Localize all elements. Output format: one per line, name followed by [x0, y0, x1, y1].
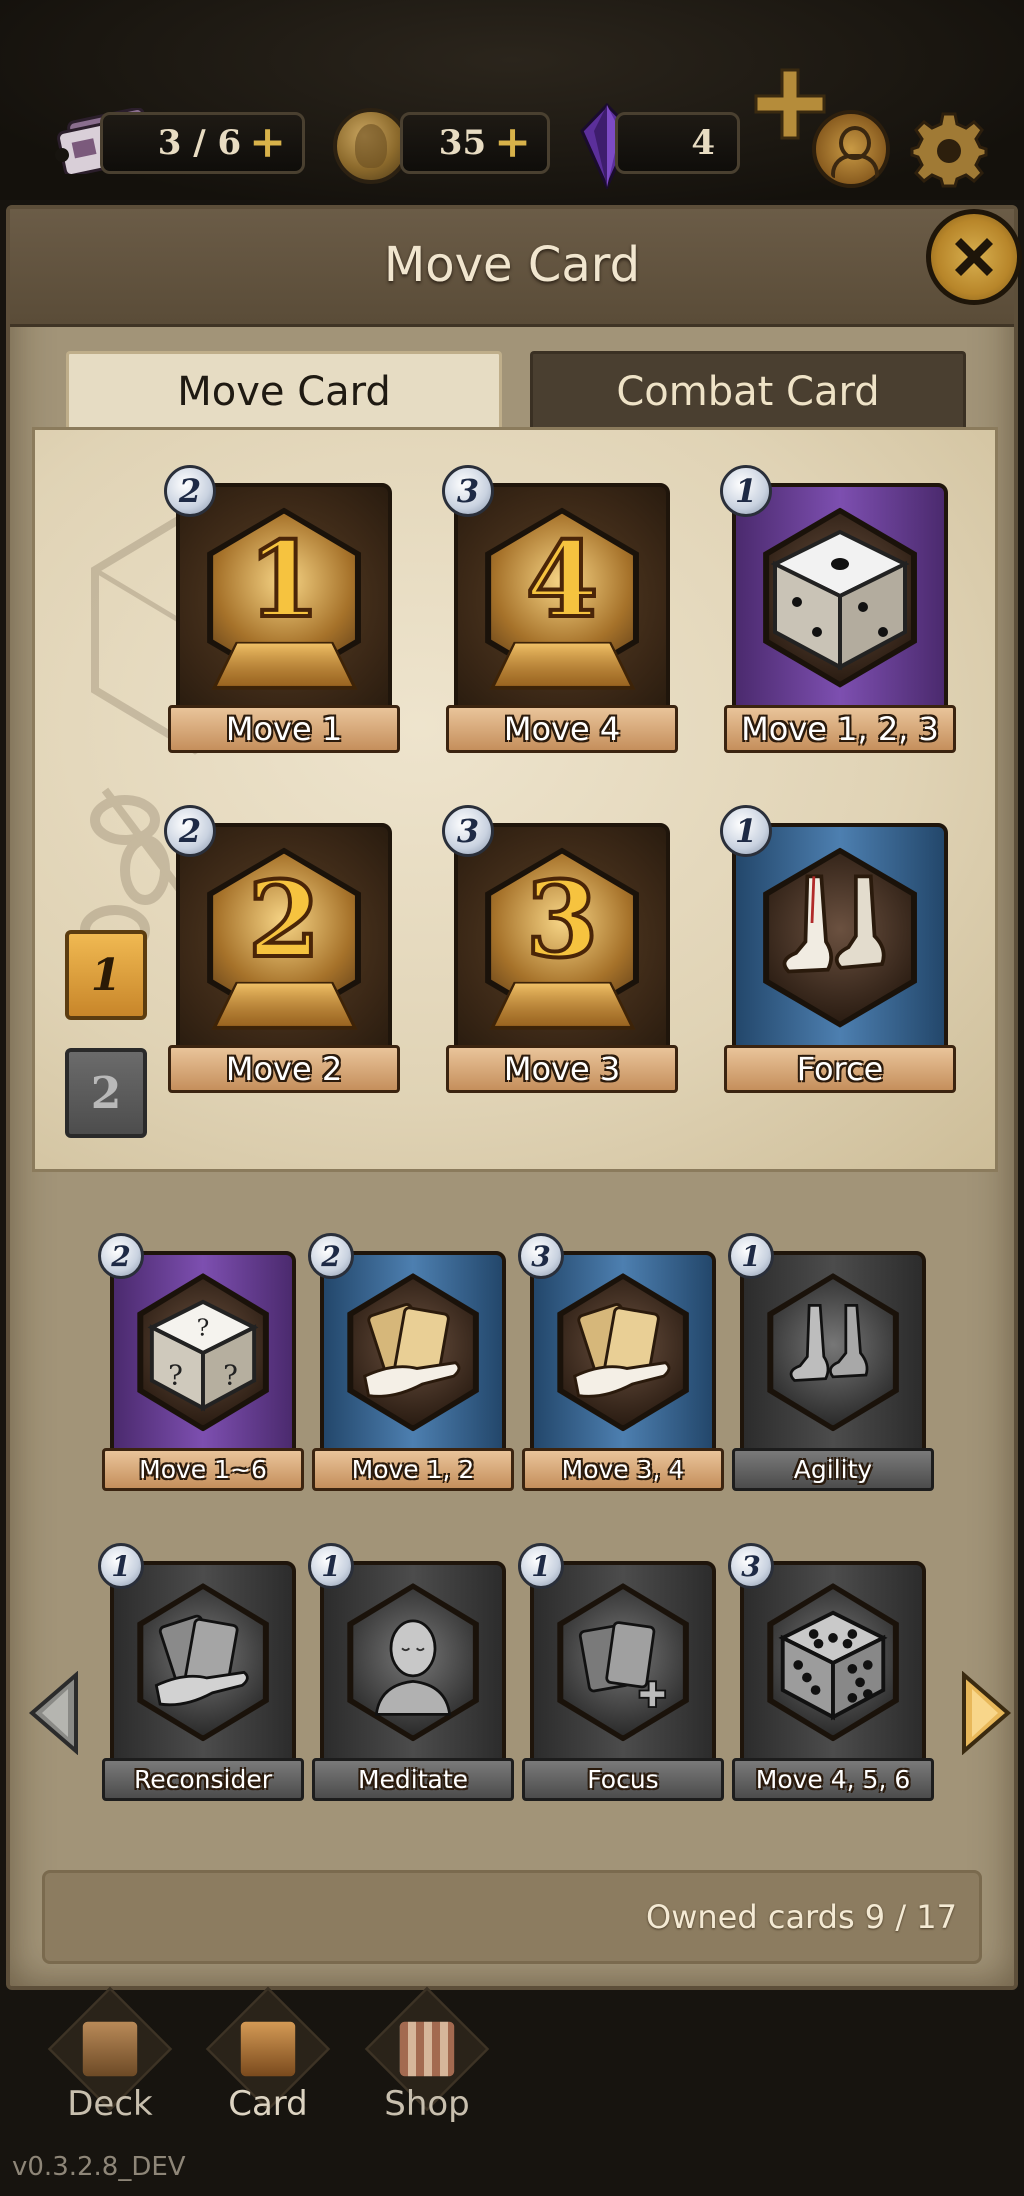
card-label: Move 4, 5, 6 — [732, 1757, 934, 1801]
close-icon — [955, 238, 993, 276]
svg-text:?: ? — [168, 1359, 183, 1391]
hand-cards-icon — [363, 1303, 461, 1398]
card-count-badge: 3 — [728, 1543, 774, 1589]
deck-card-force[interactable]: Force 1 — [720, 805, 956, 1111]
deck-card-move-4[interactable]: 4 Move 4 3 — [442, 465, 678, 771]
card-label: Move 3 — [446, 1045, 678, 1093]
dice-five-icon — [778, 1610, 888, 1721]
card-count-badge: 1 — [518, 1543, 564, 1589]
resource-bar: 3 / 6 + 35 + 4 — [0, 0, 1024, 200]
card-count-badge: 2 — [308, 1233, 354, 1279]
card-count-badge: 2 — [164, 805, 216, 857]
card-label: Reconsider — [102, 1757, 304, 1801]
coin-counter[interactable]: 35 + — [400, 112, 550, 174]
deck-card-move-1[interactable]: 1 Move 1 2 — [164, 465, 400, 771]
card-label: Force — [724, 1045, 956, 1093]
cards-plus-icon — [578, 1621, 667, 1708]
coin-count: 35 — [438, 123, 487, 163]
number-tile-icon: 1 — [211, 516, 357, 700]
nav-card-label: Card — [228, 2084, 308, 2124]
card-label: Agility — [732, 1447, 934, 1491]
deck-card-move-1-2-3[interactable]: Move 1, 2, 3 1 — [720, 465, 956, 771]
card-count-badge: 3 — [518, 1233, 564, 1279]
collection-card-agility[interactable]: Agility 1 — [728, 1233, 934, 1509]
deck-page-1-button[interactable]: 1 — [65, 930, 147, 1020]
dice-one-icon — [770, 529, 910, 671]
card-label: Move 1 — [168, 705, 400, 753]
ticket-count: 3 / 6 — [157, 123, 242, 163]
card-count-badge: 1 — [720, 805, 772, 857]
card-label: Move 1, 2, 3 — [724, 705, 956, 753]
card-label: Move 1~6 — [102, 1447, 304, 1491]
tab-combat-card[interactable]: Combat Card — [530, 351, 966, 429]
collection-card-move-4-5-6[interactable]: Move 4, 5, 6 3 — [728, 1543, 934, 1819]
nav-deck-label: Deck — [67, 2084, 153, 2124]
profile-icon[interactable] — [812, 110, 890, 188]
card-count-badge: 2 — [98, 1233, 144, 1279]
svg-text:?: ? — [223, 1359, 238, 1391]
number-tile-icon: 3 — [489, 856, 635, 1040]
collection-card-move-1-6[interactable]: ? ? ? Move 1~6 2 — [98, 1233, 304, 1509]
card-label: Meditate — [312, 1757, 514, 1801]
add-coin-button[interactable]: + — [494, 121, 531, 165]
card-label: Move 4 — [446, 705, 678, 753]
card-count-badge: 1 — [308, 1543, 354, 1589]
nav-shop-label: Shop — [384, 2084, 470, 2124]
card-label: Move 3, 4 — [522, 1447, 724, 1491]
number-tile-icon: 4 — [489, 516, 635, 700]
card-count-badge: 3 — [442, 465, 494, 517]
card-count-badge: 1 — [720, 465, 772, 517]
card-count-badge: 1 — [98, 1543, 144, 1589]
gear-icon[interactable] — [910, 110, 988, 188]
collection-card-focus[interactable]: Focus 1 — [518, 1543, 724, 1819]
svg-text:?: ? — [197, 1313, 210, 1341]
coin-icon — [333, 108, 409, 184]
nav-deck[interactable]: Deck — [40, 1986, 180, 2124]
deck-card-move-2[interactable]: 2 Move 2 2 — [164, 805, 400, 1111]
card-count-badge: 3 — [442, 805, 494, 857]
tab-move-card[interactable]: Move Card — [66, 351, 502, 429]
feet-icon — [782, 874, 886, 974]
move-card-panel: Move Card Move Card Combat Card 1 2 1 Mo… — [6, 205, 1022, 1990]
meditate-head-icon — [374, 1619, 452, 1716]
deck-card-move-3[interactable]: 3 Move 3 3 — [442, 805, 678, 1111]
card-count-badge: 2 — [164, 465, 216, 517]
panel-header: Move Card — [10, 209, 1014, 327]
mystery-dice-icon: ? ? ? — [147, 1299, 259, 1412]
gem-count: 4 — [691, 123, 715, 163]
card-label: Focus — [522, 1757, 724, 1801]
collection-card-reconsider[interactable]: Reconsider 1 — [98, 1543, 304, 1819]
card-label: Move 1, 2 — [312, 1447, 514, 1491]
card-count-badge: 1 — [728, 1233, 774, 1279]
collection-card-move-1-2[interactable]: Move 1, 2 2 — [308, 1233, 514, 1509]
version-label: v0.3.2.8_DEV — [12, 2152, 186, 2182]
card-label: Move 2 — [168, 1045, 400, 1093]
nav-card[interactable]: Card — [198, 1986, 338, 2124]
collection-card-meditate[interactable]: Meditate 1 — [308, 1543, 514, 1819]
add-ticket-button[interactable]: + — [249, 121, 286, 165]
hand-cards-icon — [154, 1614, 249, 1707]
prev-page-arrow-icon[interactable] — [28, 1671, 80, 1755]
card-frame: 1 — [176, 483, 392, 741]
close-button[interactable] — [926, 209, 1022, 305]
nav-shop[interactable]: Shop — [357, 1986, 497, 2124]
feet-icon — [789, 1303, 869, 1382]
gem-counter[interactable]: 4 — [615, 112, 740, 174]
deck-page-2-button[interactable]: 2 — [65, 1048, 147, 1138]
ticket-counter[interactable]: 3 / 6 + — [100, 112, 305, 174]
next-page-arrow-icon[interactable] — [960, 1671, 1012, 1755]
collection-card-move-3-4[interactable]: Move 3, 4 3 — [518, 1233, 724, 1509]
hand-cards-icon — [573, 1303, 671, 1398]
number-tile-icon: 2 — [211, 856, 357, 1040]
owned-cards-counter: Owned cards 9 / 17 — [42, 1870, 982, 1964]
panel-title: Move Card — [383, 237, 641, 293]
